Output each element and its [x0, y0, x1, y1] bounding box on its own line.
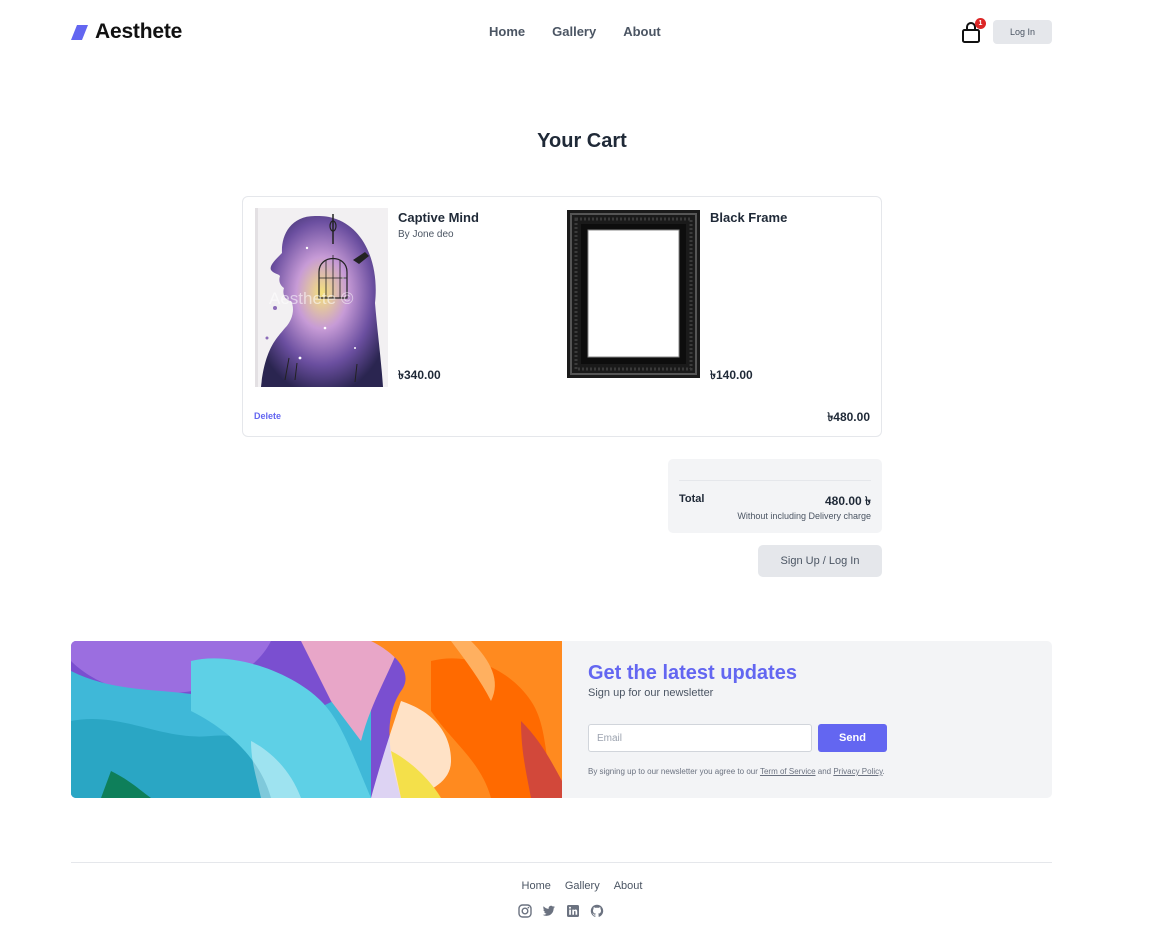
svg-text:Aesthete ©: Aesthete © — [269, 289, 354, 308]
twitter-icon[interactable] — [542, 904, 556, 918]
footer-nav-home[interactable]: Home — [522, 880, 551, 892]
item-artist: By Jone deo — [398, 229, 454, 240]
newsletter-subtitle: Sign up for our newsletter — [588, 687, 714, 699]
page-title: Your Cart — [537, 130, 627, 152]
legal-text: and — [815, 767, 834, 776]
total-summary: Total 480.00 ৳ Without including Deliver… — [668, 459, 882, 533]
newsletter-title: Get the latest updates — [588, 662, 797, 684]
github-icon[interactable] — [590, 904, 604, 918]
cart-card: Aesthete © Captive Mind By Jone deo ৳340… — [242, 196, 882, 437]
nav-home[interactable]: Home — [489, 24, 525, 39]
site-header: Aesthete Home Gallery About 1 Log In — [71, 0, 1052, 64]
newsletter-artwork — [71, 641, 562, 798]
instagram-icon[interactable] — [518, 904, 532, 918]
footer-nav-gallery[interactable]: Gallery — [565, 880, 600, 892]
login-button[interactable]: Log In — [993, 20, 1052, 44]
send-button[interactable]: Send — [818, 724, 887, 752]
linkedin-icon[interactable] — [566, 904, 580, 918]
item-price: ৳140.00 — [710, 368, 753, 382]
item-price: ৳340.00 — [398, 368, 441, 382]
delete-link[interactable]: Delete — [254, 411, 281, 421]
brand-name: Aesthete — [95, 20, 183, 43]
privacy-link[interactable]: Privacy Policy — [833, 767, 882, 776]
divider — [679, 480, 871, 481]
terms-link[interactable]: Term of Service — [760, 767, 816, 776]
cart-item-info: Black Frame ৳140.00 — [710, 208, 860, 387]
cart-count-badge: 1 — [975, 18, 986, 29]
signup-login-button[interactable]: Sign Up / Log In — [758, 545, 882, 577]
item-name: Black Frame — [710, 210, 788, 225]
item-name: Captive Mind — [398, 210, 479, 225]
newsletter-section: Get the latest updates Sign up for our n… — [71, 641, 1052, 798]
brand-logo[interactable]: Aesthete — [71, 20, 182, 44]
frame-thumbnail[interactable] — [567, 208, 700, 387]
total-amount: 480.00 ৳ — [824, 494, 871, 508]
nav-gallery[interactable]: Gallery — [552, 24, 596, 39]
email-input[interactable] — [588, 724, 812, 752]
cart-item: Black Frame ৳140.00 — [567, 208, 867, 387]
artwork-thumbnail[interactable]: Aesthete © — [255, 208, 388, 387]
total-label: Total — [679, 493, 705, 505]
footer-divider — [71, 862, 1052, 863]
total-note: Without including Delivery charge — [737, 511, 871, 521]
legal-text: . — [882, 767, 885, 776]
nav-about[interactable]: About — [623, 24, 661, 39]
main-nav: Home Gallery About — [489, 24, 661, 39]
logo-icon — [71, 24, 88, 40]
legal-text: By signing up to our newsletter you agre… — [588, 767, 760, 776]
cart-button[interactable]: 1 — [961, 18, 986, 44]
footer-nav-about[interactable]: About — [614, 880, 643, 892]
social-links — [518, 904, 604, 918]
footer-nav: Home Gallery About — [0, 880, 1164, 892]
cart-item: Aesthete © Captive Mind By Jone deo ৳340… — [255, 208, 555, 387]
cart-item-info: Captive Mind By Jone deo ৳340.00 — [398, 208, 548, 387]
cart-subtotal: ৳480.00 — [827, 410, 870, 424]
newsletter-legal: By signing up to our newsletter you agre… — [588, 767, 885, 776]
